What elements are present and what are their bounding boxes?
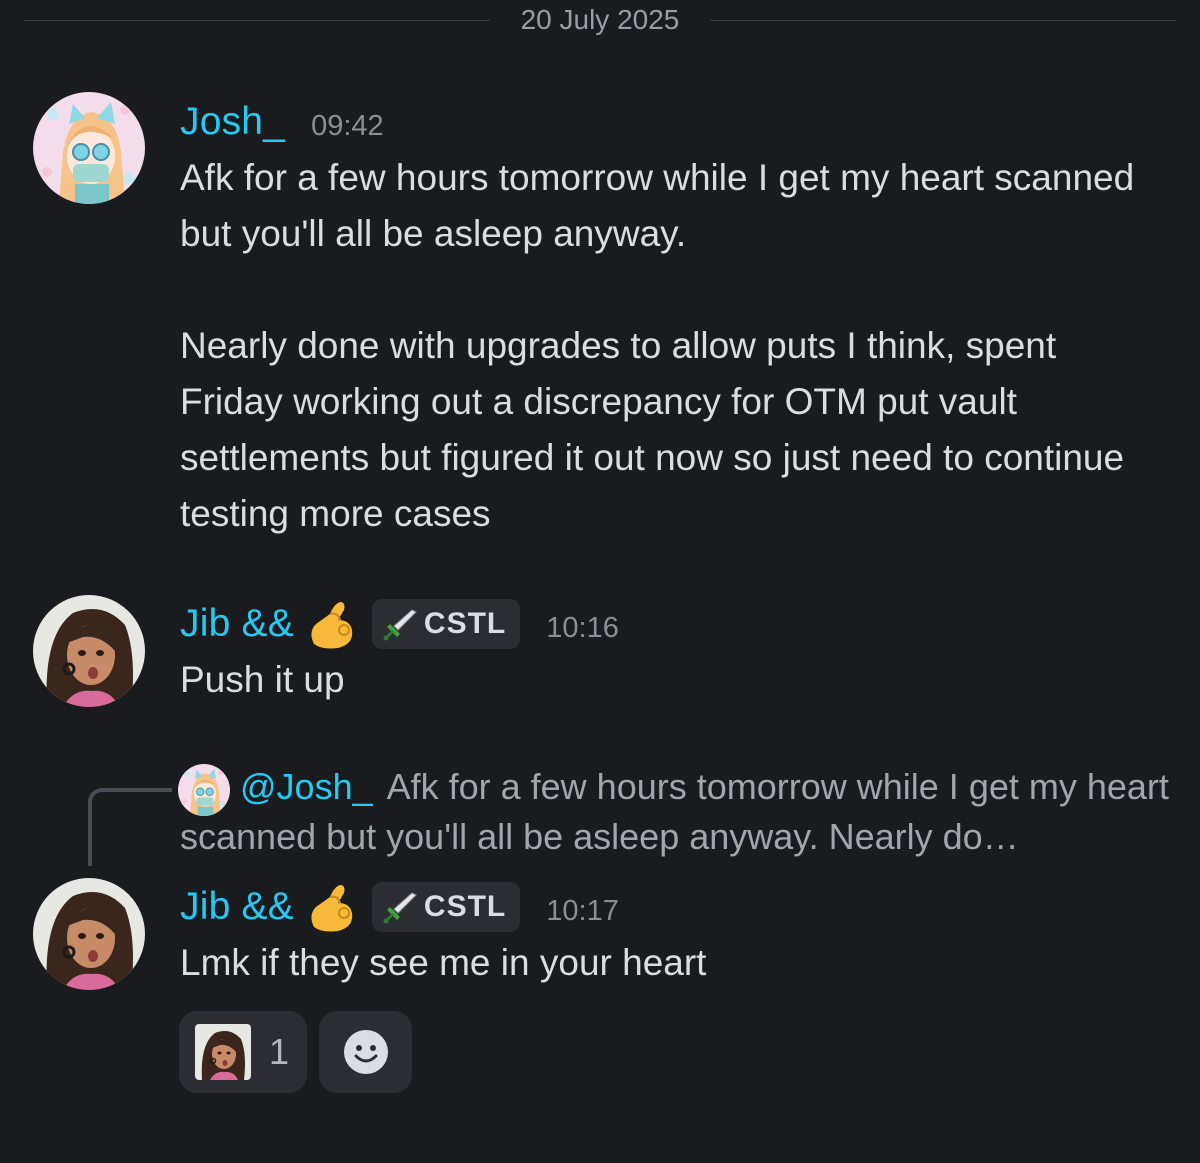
username[interactable]: Jib && (180, 885, 294, 929)
reaction-count: 1 (269, 1031, 290, 1072)
message-header: Jib && CSTL 10:17 (180, 881, 619, 933)
sword-icon (383, 609, 417, 641)
add-reaction-smiley-icon (343, 1030, 388, 1074)
message-text: Push it up (180, 659, 345, 700)
divider-line-right (710, 20, 1176, 21)
pinching-hand-emoji (311, 602, 353, 649)
username[interactable]: Jib && (180, 602, 294, 646)
reply-mention[interactable]: @Josh_ (240, 766, 373, 807)
reaction-button[interactable]: 1 (179, 1011, 307, 1093)
role-badge[interactable]: CSTL (371, 599, 521, 649)
role-badge[interactable]: CSTL (371, 882, 521, 932)
jib-avatar-icon[interactable] (33, 595, 145, 707)
username[interactable]: Josh_ (180, 100, 285, 144)
timestamp: 10:16 (546, 611, 619, 644)
timestamp: 10:17 (546, 894, 619, 927)
message-text: Lmk if they see me in your heart (180, 942, 707, 983)
timestamp: 09:42 (311, 109, 384, 142)
role-name: CSTL (423, 890, 507, 923)
role-name: CSTL (423, 607, 507, 640)
add-reaction-button[interactable] (319, 1011, 412, 1093)
message-header: Josh_ 09:42 (180, 96, 384, 148)
pinching-hand-emoji (311, 885, 353, 932)
josh-avatar-icon[interactable] (33, 92, 145, 204)
sword-icon (383, 892, 417, 924)
divider-line-left (24, 20, 490, 21)
date-label: 20 July 2025 (520, 4, 680, 35)
custom-face-emoji (195, 1024, 251, 1080)
message-header: Jib && CSTL 10:16 (180, 598, 619, 650)
message-text: Afk for a few hours tomorrow while I get… (180, 157, 1135, 534)
reply-connector (88, 788, 172, 866)
jib-avatar-icon[interactable] (33, 878, 145, 990)
reply-preview[interactable]: @Josh_ Afk for a few hours tomorrow while… (180, 762, 1170, 862)
date-divider: 20 July 2025 (24, 0, 1176, 44)
